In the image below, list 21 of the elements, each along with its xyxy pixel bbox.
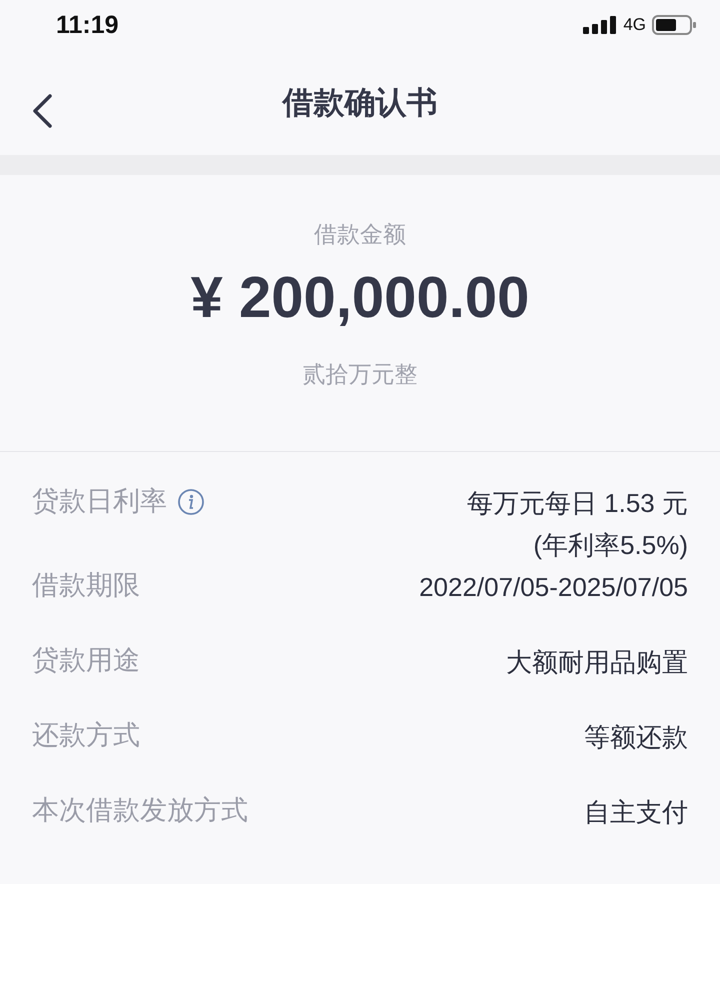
detail-value: 大额耐用品购置 <box>506 646 688 679</box>
network-label: 4G <box>623 15 646 35</box>
page-title: 借款确认书 <box>282 84 438 122</box>
amount-in-words: 贰拾万元整 <box>302 361 418 390</box>
detail-value: 每万元每日 1.53 元 <box>466 487 688 520</box>
detail-value: (年利率5.5%) <box>533 529 688 562</box>
detail-label: 本次借款发放方式 <box>32 794 248 828</box>
chevron-left-icon <box>31 94 53 128</box>
amount-label: 借款金额 <box>314 221 406 250</box>
detail-label: 贷款日利率 <box>32 485 167 519</box>
status-time: 11:19 <box>56 10 119 40</box>
amount-value: ¥ 200,000.00 <box>190 264 530 331</box>
battery-icon <box>652 15 696 35</box>
detail-label: 贷款用途 <box>32 644 140 678</box>
signal-icon <box>583 16 618 34</box>
detail-value: 自主支付 <box>584 796 688 829</box>
detail-value: 等额还款 <box>584 721 688 754</box>
detail-label: 还款方式 <box>32 719 140 753</box>
info-icon[interactable] <box>177 488 205 516</box>
detail-value: 2022/07/05-2025/07/05 <box>419 571 688 604</box>
detail-label: 借款期限 <box>32 569 140 603</box>
